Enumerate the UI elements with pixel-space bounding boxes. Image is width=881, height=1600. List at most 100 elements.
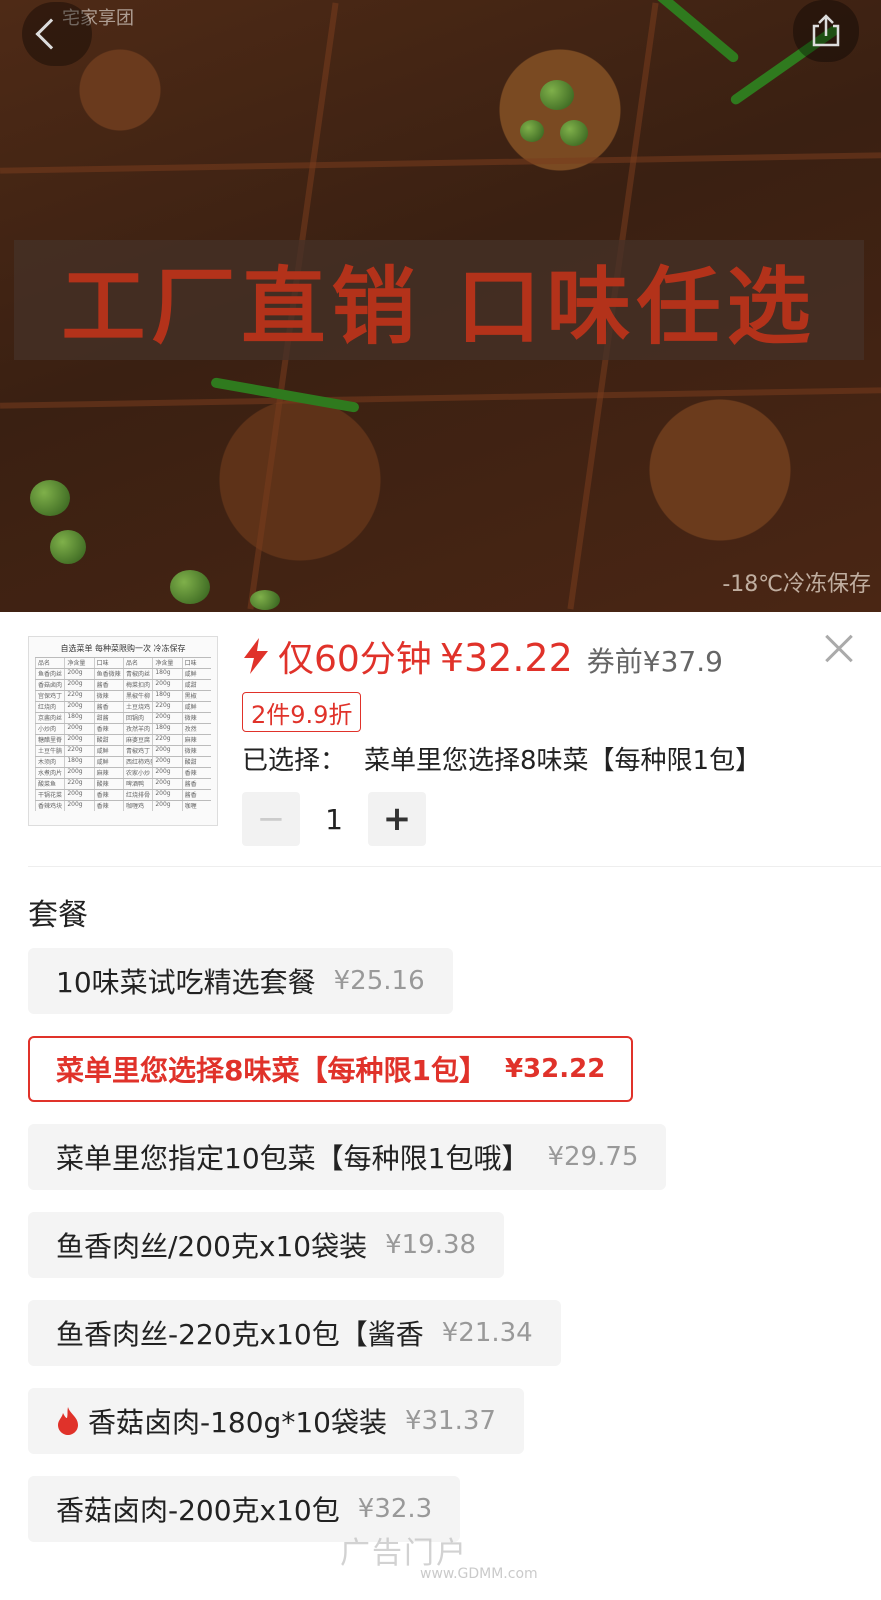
option-label: 香菇卤肉-200克x10包 (56, 1494, 340, 1527)
thumbnail-table-cell: 220g (152, 702, 181, 712)
back-chevron-icon (35, 18, 67, 50)
quantity-value[interactable]: 1 (300, 803, 368, 836)
thumbnail-table-cell: 木须肉 (35, 757, 64, 767)
thumbnail-table-row: 水煮肉片 200g 麻辣 农家小炒 200g 香辣 (35, 767, 211, 778)
thumbnail-table-cell: 200g (64, 768, 93, 778)
hero-banner-text: 工厂直销 口味任选 (61, 256, 817, 356)
thumbnail-table-cell: 鱼香微辣 (93, 669, 123, 679)
thumbnail-table-row: 小炒肉 200g 香辣 孜然羊肉 180g 孜然 (35, 723, 211, 734)
divider (28, 866, 881, 867)
package-option[interactable]: 菜单里您指定10包菜【每种限1包哦】 ¥29.75 (28, 1124, 667, 1190)
decrease-quantity-button[interactable]: − (242, 792, 300, 846)
option-label: 菜单里您指定10包菜【每种限1包哦】 (56, 1142, 530, 1175)
image-divider (0, 152, 881, 174)
package-option[interactable]: 鱼香肉丝/200克x10袋装 ¥19.38 (28, 1212, 505, 1278)
thumbnail-table-cell: 微辣 (93, 691, 123, 701)
pea-decoration (250, 590, 280, 610)
thumbnail-table-cell: 咸鲜 (181, 702, 211, 712)
option-price: ¥29.75 (547, 1142, 639, 1172)
thumbnail-table-cell: 孜然羊肉 (122, 724, 152, 734)
thumbnail-table-cell: 咖喱鸡 (122, 801, 152, 811)
thumbnail-table-cell: 香辣鸡块 (35, 801, 64, 811)
thumbnail-table-cell: 咸甜 (181, 680, 211, 690)
back-button[interactable] (22, 2, 92, 66)
thumbnail-table-cell: 200g (152, 746, 181, 756)
pea-decoration (30, 480, 70, 516)
thumbnail-table-row: 京酱肉丝 180g 甜酱 回锅肉 200g 微辣 (35, 712, 211, 723)
thumbnail-table-cell: 咸鲜 (93, 757, 123, 767)
thumbnail-table-cell: 麻辣 (181, 735, 211, 745)
share-button[interactable] (793, 0, 859, 62)
thumbnail-table-cell: 净含量 (64, 658, 93, 668)
option-label: 香菇卤肉-180g*10袋装 (88, 1406, 387, 1439)
option-label: 10味菜试吃精选套餐 (56, 966, 316, 999)
price-line: 仅60分钟 ¥32.22 券前¥37.9 (242, 630, 723, 682)
thumbnail-table-cell: 220g (64, 691, 93, 701)
thumbnail-table-cell: 200g (152, 680, 181, 690)
thumbnail-table-cell: 酸甜 (93, 735, 123, 745)
thumbnail-table-cell: 鱼香肉丝 (35, 669, 64, 679)
thumbnail-table-row: 糖醋里脊 200g 酸甜 麻婆豆腐 220g 麻辣 (35, 734, 211, 745)
thumbnail-table-row: 木须肉180g咸鲜西红柿鸡蛋200g酸甜 (35, 756, 211, 767)
thumbnail-table-cell: 酱香 (181, 779, 211, 789)
package-option[interactable]: 10味菜试吃精选套餐 ¥25.16 (28, 948, 453, 1014)
pea-decoration (520, 120, 544, 142)
thumbnail-table-cell: 京酱肉丝 (35, 713, 64, 723)
thumbnail-table-cell: 180g (64, 713, 93, 723)
pea-decoration (50, 530, 86, 564)
thumbnail-table-row: 宫保鸡丁 220g 微辣 黑椒牛柳 180g 黑椒 (35, 690, 211, 701)
thumbnail-table-cell: 酱香 (93, 702, 123, 712)
chili-decoration (649, 0, 741, 65)
thumbnail-table-row: 红烧肉 200g 酱香 土豆烧鸡 220g 咸鲜 (35, 701, 211, 712)
thumbnail-table-cell: 酸辣 (93, 779, 123, 789)
package-option[interactable]: 菜单里您选择8味菜【每种限1包】 ¥32.22 (28, 1036, 634, 1102)
selected-summary: 已选择： 菜单里您选择8味菜【每种限1包】 (242, 740, 761, 777)
fire-icon (58, 1407, 78, 1435)
thumbnail-table-cell: 品名 (35, 658, 64, 668)
thumbnail-table-cell: 咖喱 (181, 801, 211, 811)
thumbnail-table-cell: 220g (64, 779, 93, 789)
option-price: ¥21.34 (441, 1318, 533, 1348)
option-price: ¥31.37 (404, 1406, 496, 1436)
thumbnail-table-cell: 麻辣 (93, 768, 123, 778)
sku-sheet: 自选菜单 每种菜限购一次 冷冻保存 品名 净含量 口味 品名 净含量 口味 鱼香肉丝 200g… (0, 612, 881, 1600)
thumbnail-table-cell: 回锅肉 (122, 713, 152, 723)
increase-quantity-button[interactable]: + (368, 792, 426, 846)
pre-coupon-price: 券前¥37.9 (586, 645, 723, 678)
thumbnail-table-cell: 180g (152, 724, 181, 734)
thumbnail-table-row: 土豆牛腩 220g 咸鲜 青椒鸡丁 200g 微辣 (35, 745, 211, 756)
thumbnail-table-cell: 水煮肉片 (35, 768, 64, 778)
close-icon[interactable] (821, 630, 857, 666)
thumbnail-table-cell: 200g (64, 790, 93, 800)
watermark-url: www.GDMM.com (420, 1566, 538, 1582)
sku-thumbnail[interactable]: 自选菜单 每种菜限购一次 冷冻保存 品名 净含量 口味 品名 净含量 口味 鱼香肉丝 200g… (28, 636, 218, 826)
thumbnail-table-cell: 酱香 (93, 680, 123, 690)
thumbnail-table-cell: 西红柿鸡蛋 (122, 757, 152, 767)
thumbnail-table-cell: 220g (152, 735, 181, 745)
package-option[interactable]: 鱼香肉丝-220克x10包【酱香 ¥21.34 (28, 1300, 561, 1366)
thumbnail-table-cell: 糖醋里脊 (35, 735, 64, 745)
pea-decoration (540, 80, 574, 110)
option-label: 鱼香肉丝-220克x10包【酱香 (56, 1318, 424, 1351)
thumbnail-table-row: 香辣鸡块 200g 香辣 咖喱鸡 200g 咖喱 (35, 800, 211, 811)
thumbnail-table-cell: 香辣 (181, 768, 211, 778)
thumbnail-table-cell: 麻婆豆腐 (122, 735, 152, 745)
option-price: ¥32.22 (504, 1054, 606, 1084)
selected-value: 菜单里您选择8味菜【每种限1包】 (364, 746, 762, 776)
thumbnail-table-cell: 红烧肉 (35, 702, 64, 712)
thumbnail-table-cell: 200g (64, 724, 93, 734)
thumbnail-table-cell: 干锅花菜 (35, 790, 64, 800)
thumbnail-table-cell: 青椒鸡丁 (122, 746, 152, 756)
package-option[interactable]: 香菇卤肉-180g*10袋装 ¥31.37 (28, 1388, 524, 1454)
thumbnail-table-cell: 微辣 (181, 746, 211, 756)
thumbnail-table-cell: 200g (64, 735, 93, 745)
thumbnail-table-cell: 200g (64, 801, 93, 811)
thumbnail-table-cell: 咸鲜 (93, 746, 123, 756)
thumbnail-table-cell: 香辣 (93, 790, 123, 800)
quantity-stepper: − 1 + (242, 792, 426, 846)
thumbnail-table-cell: 180g (152, 691, 181, 701)
option-label: 鱼香肉丝/200克x10袋装 (56, 1230, 368, 1263)
thumbnail-table-cell: 青椒肉丝 (122, 669, 152, 679)
thumbnail-table-cell: 黑椒 (181, 691, 211, 701)
thumbnail-table-cell: 土豆牛腩 (35, 746, 64, 756)
